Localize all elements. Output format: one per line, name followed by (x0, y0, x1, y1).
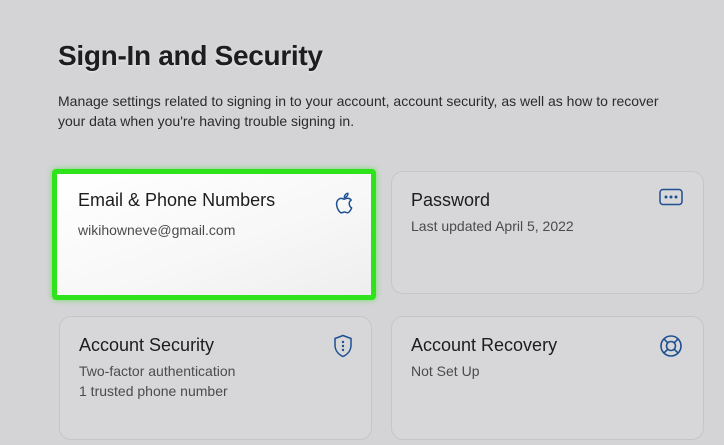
account-recovery-card-title: Account Recovery (411, 335, 558, 355)
account-security-card[interactable]: Account Security Two-factor authenticati… (59, 316, 372, 440)
two-factor-status: Two-factor authentication (79, 363, 236, 379)
account-recovery-card[interactable]: Account Recovery Not Set Up (391, 316, 704, 440)
recovery-status: Not Set Up (411, 363, 480, 379)
shield-icon (330, 333, 356, 359)
apple-icon (332, 190, 358, 216)
password-card[interactable]: Password Last updated April 5, 2022 (391, 171, 704, 294)
email-phone-card-title: Email & Phone Numbers (78, 190, 276, 210)
page-description: Manage settings related to signing in to… (58, 93, 659, 129)
email-address: wikihowneve@gmail.com (78, 222, 236, 238)
password-card-title: Password (411, 190, 491, 210)
password-last-updated: Last updated April 5, 2022 (411, 218, 574, 234)
trusted-phone-count: 1 trusted phone number (79, 383, 228, 399)
page-title: Sign-In and Security (58, 40, 323, 71)
password-dots-icon (658, 184, 684, 210)
email-phone-card[interactable]: Email & Phone Numbers wikihowneve@gmail.… (52, 169, 376, 300)
lifebuoy-icon (658, 333, 684, 359)
account-security-card-title: Account Security (79, 335, 215, 355)
